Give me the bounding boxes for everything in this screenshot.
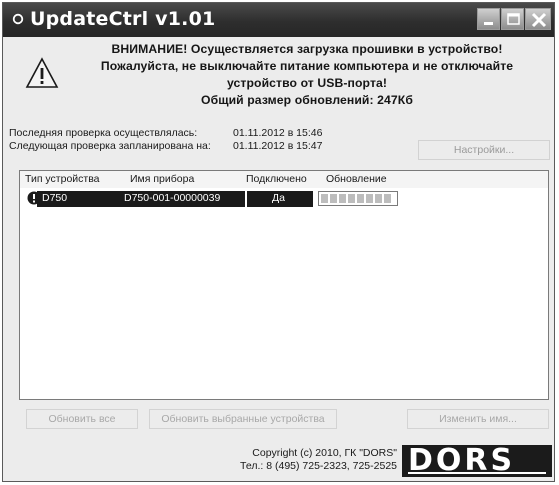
cell-device-name: D750-001-00000039	[124, 192, 221, 204]
dors-logo: DORS	[402, 443, 552, 478]
column-device-name[interactable]: Имя прибора	[130, 173, 194, 185]
column-update[interactable]: Обновление	[326, 173, 387, 185]
info-icon	[27, 191, 41, 205]
column-connected[interactable]: Подключено	[246, 173, 307, 185]
next-check-label: Следующая проверка запланирована на:	[9, 140, 211, 152]
title-bar[interactable]: UpdateCtrl v1.01	[3, 3, 554, 37]
close-icon	[531, 12, 547, 28]
app-icon	[12, 13, 24, 25]
column-device-type[interactable]: Тип устройства	[25, 173, 100, 185]
warning-message: ВНИМАНИЕ! Осуществляется загрузка прошив…	[67, 41, 547, 109]
warning-line: ВНИМАНИЕ! Осуществляется загрузка прошив…	[111, 42, 503, 56]
update-selected-button[interactable]: Обновить выбранные устройства	[149, 409, 337, 429]
warning-icon	[25, 57, 59, 88]
copyright-info: Copyright (c) 2010, ГК "DORS" Тел.: 8 (4…	[217, 447, 397, 473]
list-header: Тип устройства Имя прибора Подключено Об…	[20, 171, 548, 188]
cell-connected: Да	[272, 192, 285, 204]
phone-line: Тел.: 8 (495) 725-2323, 725-2525	[240, 460, 397, 472]
update-progress-bar	[318, 191, 398, 206]
next-check-value: 01.11.2012 в 15:47	[233, 140, 323, 152]
minimize-icon	[484, 22, 493, 25]
maximize-button[interactable]	[501, 8, 524, 30]
device-list[interactable]: Тип устройства Имя прибора Подключено Об…	[19, 170, 549, 400]
update-progress-segments	[321, 194, 391, 203]
warning-line: Пожалуйста, не выключайте питание компью…	[100, 59, 514, 73]
update-all-button[interactable]: Обновить все	[26, 409, 138, 429]
warning-line: устройство от USB-порта!	[226, 76, 388, 90]
update-window: UpdateCtrl v1.01 ВНИМАНИЕ! Осуществляетс…	[2, 2, 555, 482]
window-title: UpdateCtrl v1.01	[30, 8, 216, 30]
close-button[interactable]	[525, 8, 551, 30]
change-name-button[interactable]: Изменить имя...	[407, 409, 549, 429]
minimize-button[interactable]	[477, 8, 500, 30]
cell-device-type: D750	[42, 192, 68, 204]
table-row[interactable]: D750 D750-001-00000039 Да	[20, 190, 548, 208]
copyright-line: Copyright (c) 2010, ГК "DORS"	[252, 447, 397, 459]
last-check-value: 01.11.2012 в 15:46	[233, 127, 323, 139]
last-check-label: Последняя проверка осуществлялась:	[9, 127, 198, 139]
settings-button[interactable]: Настройки...	[418, 140, 550, 160]
maximize-icon	[507, 13, 520, 25]
warning-line: Общий размер обновлений: 247Кб	[201, 93, 413, 107]
logo-underline	[408, 472, 546, 474]
